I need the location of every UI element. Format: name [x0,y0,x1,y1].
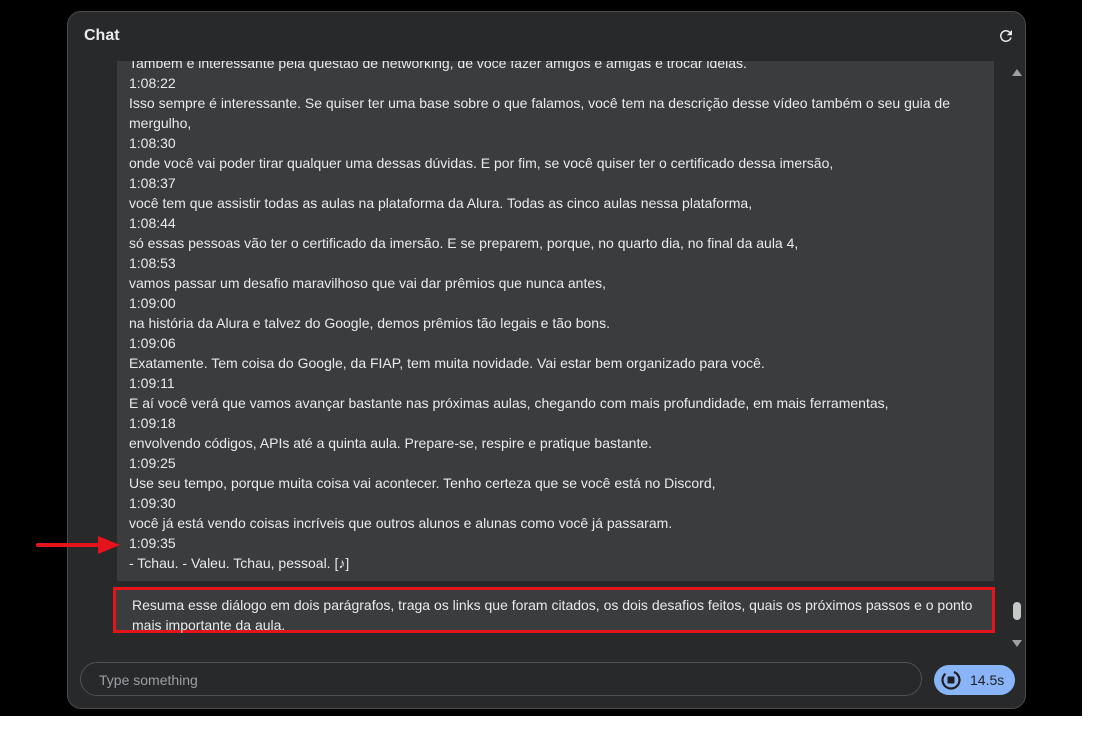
transcript-line: envolvendo códigos, APIs até a quinta au… [129,435,653,451]
transcript-line: Isso sempre é interessante. Se quiser te… [129,95,951,131]
scroll-down-icon[interactable] [1012,640,1022,647]
elapsed-time-label: 14.5s [970,672,1005,688]
chat-title: Chat [84,27,120,44]
timestamp: 1:08:44 [129,215,176,231]
timestamp: 1:08:30 [129,135,176,151]
transcript-line: Também é interessante pela questão de ne… [129,61,747,71]
scrollbar[interactable] [1010,67,1024,647]
message-input[interactable] [97,663,901,697]
user-prompt-text: Resuma esse diálogo em dois parágrafos, … [132,597,973,633]
chat-header: Chat [68,12,1025,60]
transcript-line: você tem que assistir todas as aulas na … [129,195,753,211]
timestamp: 1:09:18 [129,415,176,431]
transcript-line: na história da Alura e talvez do Google,… [129,315,610,331]
timestamp: 1:09:25 [129,455,176,471]
scroll-up-icon[interactable] [1012,69,1022,76]
stop-icon [941,670,961,690]
transcript-message: Também é interessante pela questão de ne… [117,61,994,581]
timestamp: 1:08:22 [129,75,176,91]
user-prompt-message: Resuma esse diálogo em dois parágrafos, … [113,587,995,633]
scroll-thumb[interactable] [1013,602,1021,620]
transcript-line: só essas pessoas vão ter o certificado d… [129,235,799,251]
transcript-line: você já está vendo coisas incríveis que … [129,515,673,531]
transcript-text: Também é interessante pela questão de ne… [129,61,984,573]
refresh-icon[interactable] [997,27,1015,45]
timestamp: 1:09:35 [129,535,176,551]
timestamp: 1:09:30 [129,495,176,511]
timestamp: 1:09:11 [129,375,175,391]
transcript-line: Exatamente. Tem coisa do Google, da FIAP… [129,355,765,371]
red-arrow-annotation [36,536,120,554]
timestamp: 1:08:37 [129,175,176,191]
stop-generation-button[interactable]: 14.5s [934,665,1015,695]
chat-panel: Chat Também é interessante pela questão … [67,11,1026,709]
timestamp: 1:09:00 [129,295,176,311]
transcript-line: E aí você verá que vamos avançar bastant… [129,395,889,411]
transcript-line: - Tchau. - Valeu. Tchau, pessoal. [♪] [129,555,350,571]
transcript-line: onde você vai poder tirar qualquer uma d… [129,155,834,171]
timestamp: 1:08:53 [129,255,176,271]
transcript-line: vamos passar um desafio maravilhoso que … [129,275,607,291]
transcript-line: Use seu tempo, porque muita coisa vai ac… [129,475,716,491]
message-input-container[interactable] [80,662,922,697]
timestamp: 1:09:06 [129,335,176,351]
